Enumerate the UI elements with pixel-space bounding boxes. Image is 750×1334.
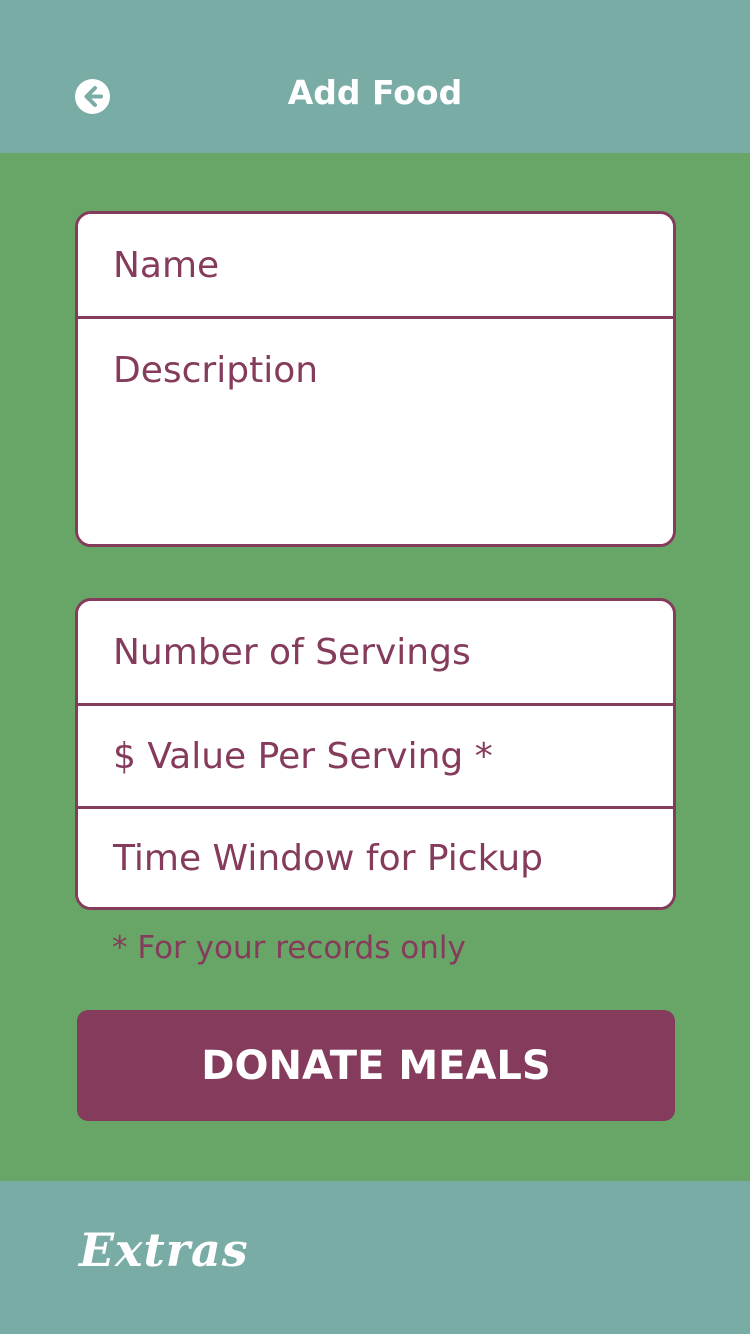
main-content: * For your records only DONATE MEALS xyxy=(0,153,750,1181)
records-note: * For your records only xyxy=(112,930,466,966)
pickup-time-input[interactable] xyxy=(78,809,673,907)
serving-details-card xyxy=(75,598,676,910)
donate-meals-button[interactable]: DONATE MEALS xyxy=(77,1010,675,1121)
app-header: Add Food xyxy=(0,0,750,153)
page-title: Add Food xyxy=(287,73,463,112)
extras-logo: Extras xyxy=(79,1223,249,1277)
servings-input[interactable] xyxy=(78,601,673,703)
food-details-card xyxy=(75,211,676,547)
description-input[interactable] xyxy=(78,319,673,544)
value-per-serving-input[interactable] xyxy=(78,706,673,806)
app-footer: Extras xyxy=(0,1181,750,1334)
name-input[interactable] xyxy=(78,214,673,316)
